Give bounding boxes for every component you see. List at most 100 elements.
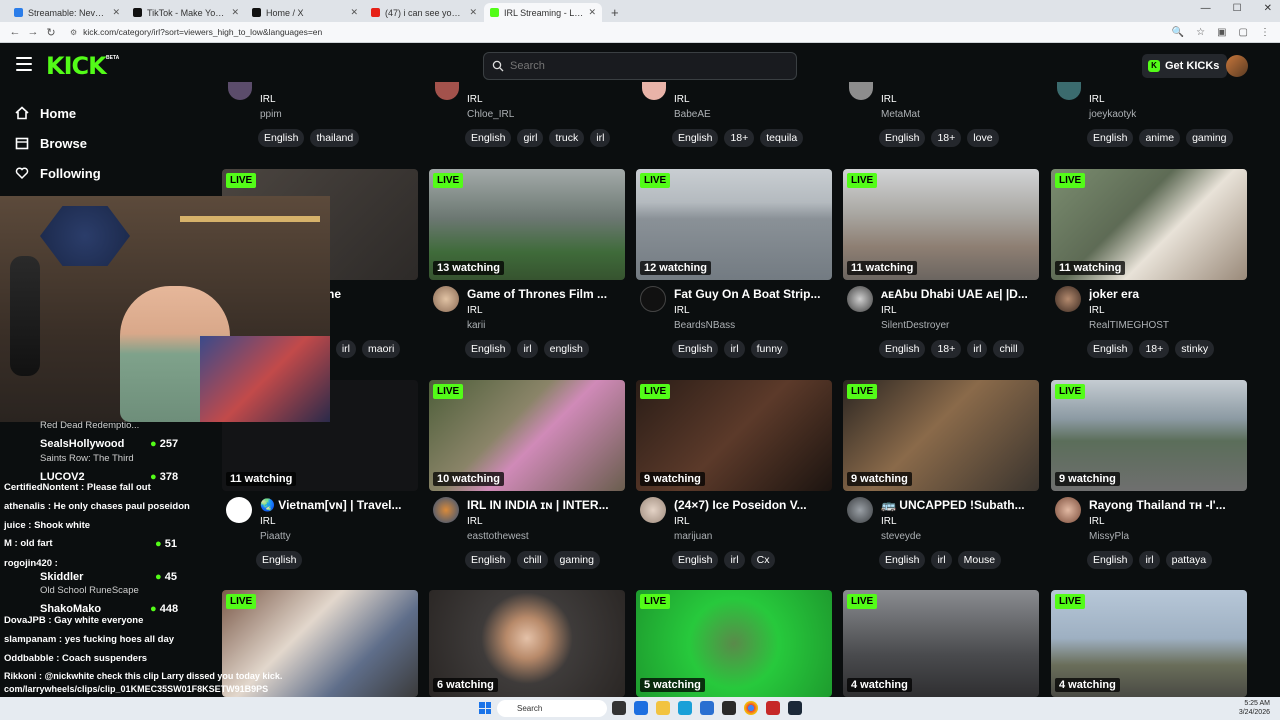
edge-icon[interactable] — [678, 701, 692, 715]
avatar[interactable] — [640, 286, 666, 312]
stream-thumbnail[interactable]: LIVE 12 watching — [636, 169, 832, 280]
streamer-name[interactable]: joeykaotyk — [1089, 109, 1136, 120]
tag-pill[interactable]: gaming — [1186, 129, 1233, 147]
tag-pill[interactable]: chill — [993, 340, 1024, 358]
close-tab-icon[interactable]: ✕ — [112, 7, 120, 18]
tag-pill[interactable]: English — [465, 129, 512, 147]
browser-tab-active[interactable]: IRL Streaming - Live Streams or✕ — [484, 3, 602, 22]
avatar[interactable] — [847, 497, 873, 523]
stream-title[interactable]: Game of Thrones Film ... — [467, 287, 627, 301]
stream-thumbnail[interactable]: LIVE 9 watching — [843, 380, 1039, 491]
store-icon[interactable] — [700, 701, 714, 715]
tag-pill[interactable]: love — [967, 129, 999, 147]
category-link[interactable]: IRL — [881, 516, 897, 527]
avatar[interactable] — [640, 497, 666, 523]
streamer-name[interactable]: Piaatty — [260, 531, 291, 542]
close-tab-icon[interactable]: ✕ — [588, 7, 596, 18]
menu-icon[interactable] — [16, 57, 32, 71]
category-link[interactable]: IRL — [260, 516, 276, 527]
reload-icon[interactable]: ↻ — [42, 26, 60, 39]
tag-pill[interactable]: thailand — [310, 129, 360, 147]
category-link[interactable]: IRL — [467, 516, 483, 527]
zoom-icon[interactable]: 🔍 — [1172, 27, 1184, 38]
widgets-icon[interactable] — [634, 701, 648, 715]
category-link[interactable]: IRL — [260, 94, 276, 105]
tag-pill[interactable]: tequila — [760, 129, 804, 147]
stream-thumbnail[interactable]: LIVE 13 watching — [429, 169, 625, 280]
category-link[interactable]: IRL — [674, 94, 690, 105]
stream-thumbnail[interactable]: LIVE 4 watching — [1051, 590, 1247, 697]
maximize-icon[interactable]: ☐ — [1233, 3, 1242, 14]
tag-pill[interactable]: irl — [517, 340, 538, 358]
extension-icon[interactable]: ▢ — [1239, 27, 1248, 38]
stream-title[interactable]: 🌏 Vietnam[ᴠɴ] | Travel... — [260, 498, 420, 512]
search-bar[interactable] — [483, 52, 797, 80]
close-window-icon[interactable]: ✕ — [1264, 3, 1272, 14]
tag-pill[interactable]: English — [1087, 340, 1134, 358]
get-kicks-button[interactable]: K Get KICKs — [1142, 54, 1228, 78]
tag-pill[interactable]: English — [672, 340, 719, 358]
tag-pill[interactable]: irl — [967, 340, 988, 358]
kick-logo[interactable]: KICK — [46, 52, 107, 80]
category-link[interactable]: IRL — [467, 305, 483, 316]
new-tab-button[interactable]: + — [603, 3, 627, 22]
tag-pill[interactable]: chill — [517, 551, 548, 569]
tag-pill[interactable]: English — [879, 551, 926, 569]
stream-title[interactable]: (24×7) Ice Poseidon V... — [674, 498, 834, 512]
chrome-icon[interactable] — [744, 701, 758, 715]
tag-pill[interactable]: English — [465, 551, 512, 569]
browser-tab[interactable]: Home / X ✕ — [246, 3, 364, 22]
tag-pill[interactable]: irl — [724, 551, 745, 569]
tag-pill[interactable]: girl — [517, 129, 544, 147]
category-link[interactable]: IRL — [674, 305, 690, 316]
stream-thumbnail[interactable]: LIVE 11 watching — [1051, 169, 1247, 280]
minimize-icon[interactable]: — — [1201, 3, 1211, 14]
bookmark-star-icon[interactable]: ☆ — [1196, 27, 1205, 38]
system-clock[interactable]: 5:25 AM 3/24/2026 — [1239, 699, 1270, 717]
tag-pill[interactable]: stinky — [1175, 340, 1215, 358]
site-info-icon[interactable]: ⚙ — [70, 28, 77, 37]
file-explorer-icon[interactable] — [656, 701, 670, 715]
stream-title[interactable]: 🚌 UNCAPPED !Subath... — [881, 498, 1041, 512]
streamer-name[interactable]: MissyPla — [1089, 531, 1129, 542]
url-field[interactable]: ⚙ kick.com/category/irl?sort=viewers_hig… — [70, 27, 1172, 37]
streamer-name[interactable]: easttothewest — [467, 531, 529, 542]
browser-tab[interactable]: TikTok - Make Your Day✕ — [127, 3, 245, 22]
tag-pill[interactable]: English — [879, 129, 926, 147]
app-icon[interactable] — [722, 701, 736, 715]
tag-pill[interactable]: irl — [1139, 551, 1160, 569]
avatar[interactable] — [1055, 497, 1081, 523]
search-input[interactable] — [510, 60, 770, 72]
forward-icon[interactable]: → — [24, 26, 42, 38]
tag-pill[interactable]: English — [672, 129, 719, 147]
stream-thumbnail[interactable]: 6 watching — [429, 590, 625, 697]
tag-pill[interactable]: irl — [335, 340, 357, 358]
tag-pill[interactable]: irl — [724, 340, 745, 358]
tag-pill[interactable]: maori — [362, 340, 401, 358]
stream-title[interactable]: Fat Guy On A Boat Strip... — [674, 287, 834, 301]
tag-pill[interactable]: English — [465, 340, 512, 358]
tag-pill[interactable]: funny — [750, 340, 789, 358]
tag-pill[interactable]: irl — [590, 129, 611, 147]
close-tab-icon[interactable]: ✕ — [469, 7, 477, 18]
sidebar-item-home[interactable]: Home — [0, 98, 200, 128]
taskbar-search[interactable]: Search — [497, 700, 607, 717]
tag-pill[interactable]: English — [879, 340, 926, 358]
app-icon[interactable] — [766, 701, 780, 715]
stream-title[interactable]: IRL IN INDIA ɪɴ | INTER... — [467, 498, 627, 512]
stream-thumbnail[interactable]: LIVE 4 watching — [843, 590, 1039, 697]
sidebar-item-browse[interactable]: Browse — [0, 128, 200, 158]
avatar[interactable] — [433, 286, 459, 312]
tag-pill[interactable]: 18+ — [931, 340, 962, 358]
tag-pill[interactable]: English — [672, 551, 719, 569]
close-tab-icon[interactable]: ✕ — [231, 7, 239, 18]
tag-pill[interactable]: 18+ — [931, 129, 962, 147]
streamer-name[interactable]: marijuan — [674, 531, 712, 542]
start-icon[interactable] — [479, 702, 491, 714]
tag-pill[interactable]: gaming — [553, 551, 600, 569]
avatar[interactable] — [847, 286, 873, 312]
category-link[interactable]: IRL — [1089, 305, 1105, 316]
streamer-name[interactable]: SilentDestroyer — [881, 320, 949, 331]
close-tab-icon[interactable]: ✕ — [350, 7, 358, 18]
browser-tab[interactable]: Streamable: Never IRL Stream✕ — [8, 3, 126, 22]
